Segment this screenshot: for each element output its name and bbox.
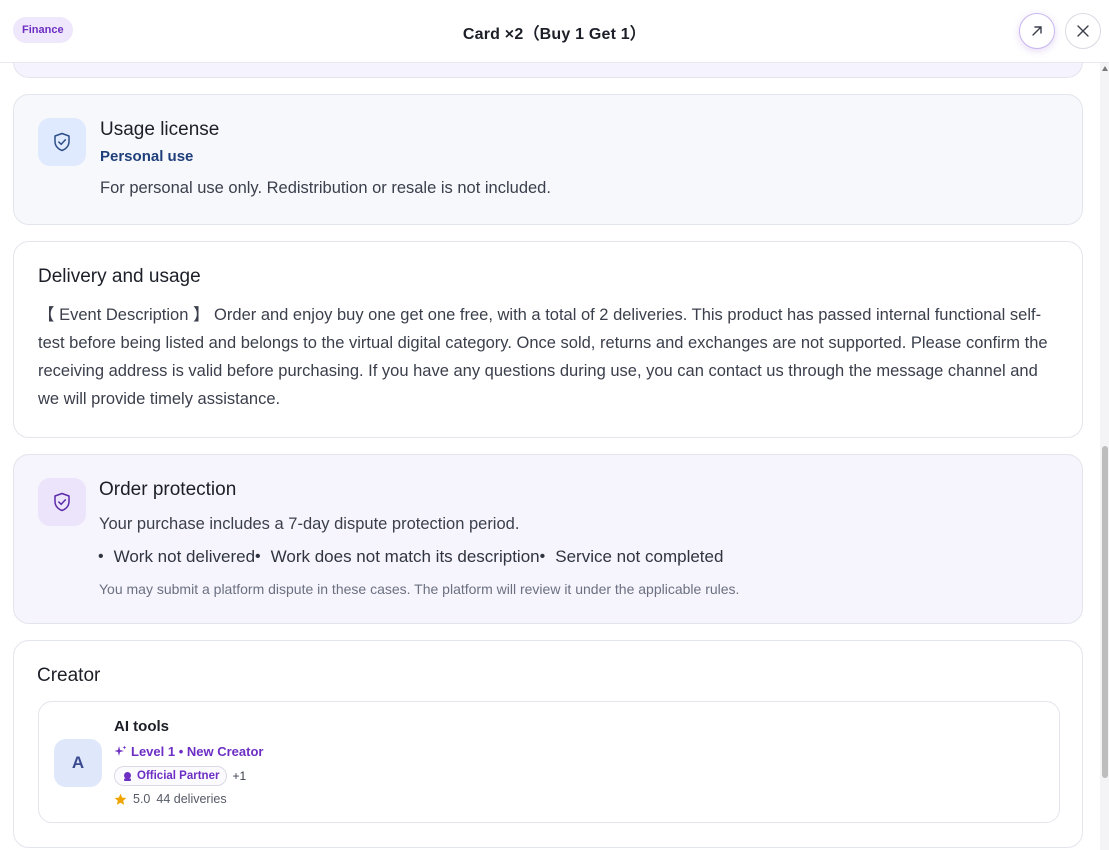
avatar[interactable]: A xyxy=(54,739,102,787)
creator-rating: 5.0 44 deliveries xyxy=(114,792,227,806)
protection-icon-box xyxy=(38,478,86,526)
shield-check-icon xyxy=(54,132,70,152)
header-bar: Finance Card ×2（Buy 1 Get 1） xyxy=(0,0,1109,63)
list-item: • Work does not match its description xyxy=(255,547,540,566)
sparkle-icon xyxy=(114,745,127,756)
rating-value: 5.0 xyxy=(133,792,151,806)
page-title: Card ×2（Buy 1 Get 1） xyxy=(462,26,647,43)
official-partner-badge[interactable]: Official Partner xyxy=(114,766,228,786)
list-item: • Service not completed xyxy=(539,547,724,566)
protection-period: Your purchase includes a 7-day dispute p… xyxy=(99,515,520,533)
protection-case-list: • Work not delivered • Work does not mat… xyxy=(98,547,723,567)
scrollbar-thumb[interactable] xyxy=(1102,446,1108,778)
creator-level: Level 1 • New Creator xyxy=(114,744,263,759)
extra-badges-count[interactable]: +1 xyxy=(232,769,246,783)
delivery-description: 【 Event Description 】 Order and enjoy bu… xyxy=(38,306,1048,408)
license-type: Personal use xyxy=(100,148,194,165)
license-note: For personal use only. Redistribution or… xyxy=(100,179,551,197)
protection-title: Order protection xyxy=(99,479,237,500)
delivery-count: 44 deliveries xyxy=(156,792,227,806)
license-title: Usage license xyxy=(100,119,220,140)
close-button[interactable] xyxy=(1065,13,1101,49)
creator-section-title: Creator xyxy=(37,665,101,686)
case-label: Work does not match its description xyxy=(270,547,540,566)
case-label: Service not completed xyxy=(555,547,724,566)
level-text: Level 1 • New Creator xyxy=(131,744,264,759)
protection-footnote: You may submit a platform dispute in the… xyxy=(99,581,740,597)
star-icon xyxy=(114,793,127,805)
arrow-up-right-icon xyxy=(1032,26,1042,36)
license-icon-box xyxy=(38,118,86,166)
order-protection-card: Order protection Your purchase includes … xyxy=(13,454,1083,624)
creator-profile[interactable]: A AI tools Level 1 • New Creator Officia… xyxy=(38,701,1060,823)
badge-row: Official Partner +1 xyxy=(114,766,246,786)
close-icon xyxy=(1077,25,1089,37)
list-item: • Work not delivered xyxy=(98,547,256,566)
usage-license-card: Usage license Personal use For personal … xyxy=(13,94,1083,225)
case-label: Work not delivered xyxy=(113,547,256,566)
scroll-up-arrow[interactable] xyxy=(1102,66,1108,71)
creator-card: Creator A AI tools Level 1 • New Creator… xyxy=(13,640,1083,848)
shield-check-icon xyxy=(54,492,70,512)
delivery-usage-card: Delivery and usage 【 Event Description 】… xyxy=(13,241,1083,438)
badge-label: Official Partner xyxy=(137,770,220,782)
open-external-button[interactable] xyxy=(1019,13,1055,49)
product-detail-page: Finance Card ×2（Buy 1 Get 1） Usage licen… xyxy=(0,0,1109,850)
delivery-title: Delivery and usage xyxy=(38,266,201,287)
creator-name[interactable]: AI tools xyxy=(114,718,169,735)
partner-icon xyxy=(124,771,131,781)
